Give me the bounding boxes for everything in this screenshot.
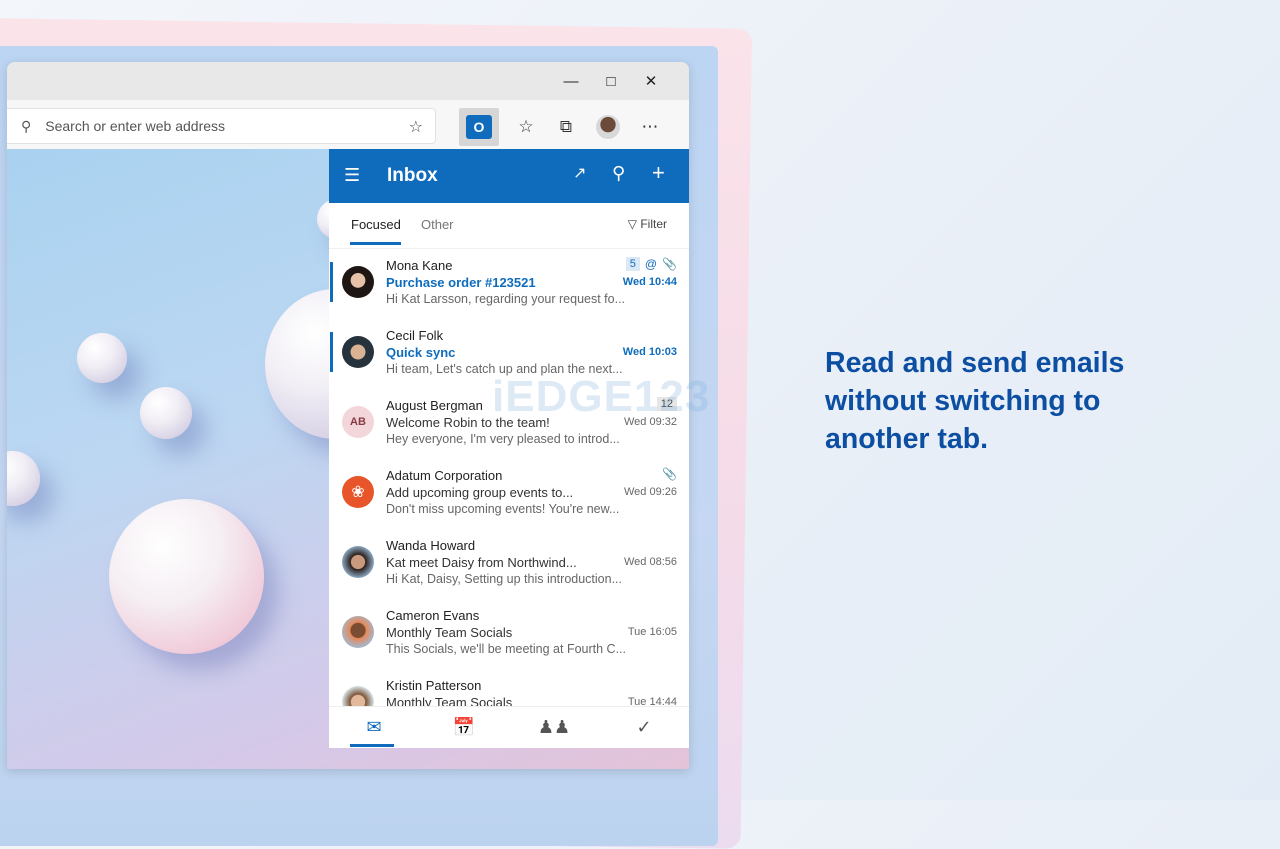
todo-icon[interactable]: ✓ <box>599 707 689 748</box>
sender: Kristin Patterson <box>386 678 482 693</box>
address-bar[interactable]: ⚲ Search or enter web address ☆ <box>7 108 436 144</box>
filter-icon: ▽ <box>627 217 637 231</box>
unread-indicator <box>330 332 333 372</box>
email-item[interactable]: Cameron Evans Monthly Team Socials This … <box>329 602 689 672</box>
filter-button[interactable]: ▽ Filter <box>628 217 667 231</box>
outlook-pane: ☰ Inbox ↗ ⚲ + Focused Other ▽ Filter Mon… <box>329 149 689 748</box>
mention-icon: @ <box>644 257 658 271</box>
avatar <box>596 115 620 139</box>
subject: Purchase order #123521 <box>386 275 536 290</box>
close-icon[interactable]: ✕ <box>631 62 671 100</box>
bottom-nav: ✉ 📅 ♟♟ ✓ <box>329 706 689 748</box>
email-item[interactable]: ❀ Adatum Corporation Add upcoming group … <box>329 462 689 532</box>
sphere <box>77 333 127 383</box>
preview: Don't miss upcoming events! You're new..… <box>386 502 620 516</box>
sender: August Bergman <box>386 398 483 413</box>
tab-focused[interactable]: Focused <box>351 217 401 232</box>
subject: Monthly Team Socials <box>386 625 513 640</box>
open-in-new-window-icon[interactable]: ↗ <box>573 163 586 183</box>
people-icon[interactable]: ♟♟ <box>509 707 599 748</box>
minimize-icon[interactable]: — <box>551 62 591 100</box>
sender: Cameron Evans <box>386 608 480 623</box>
maximize-icon[interactable]: □ <box>591 62 631 100</box>
browser-toolbar: ⚲ Search or enter web address ☆ O ☆ ⧉ ⋯ <box>7 100 689 149</box>
title-bar: — □ ✕ <box>7 62 689 100</box>
preview: Hi Kat Larsson, regarding your request f… <box>386 292 626 306</box>
tagline: Read and send emails without switching t… <box>825 347 1125 455</box>
email-item[interactable]: Mona Kane Purchase order #123521 Hi Kat … <box>329 252 689 322</box>
collections-icon[interactable]: ⧉ <box>546 108 586 146</box>
tab-other[interactable]: Other <box>421 217 454 232</box>
sphere <box>140 387 192 439</box>
timestamp: Wed 08:56 <box>623 556 677 568</box>
avatar <box>342 546 374 578</box>
preview: Hi team, Let's catch up and plan the nex… <box>386 362 623 376</box>
timestamp: Wed 10:44 <box>622 276 677 288</box>
inbox-tabs: Focused Other ▽ Filter <box>329 203 689 249</box>
timestamp: Wed 09:32 <box>623 416 677 428</box>
preview: Hey everyone, I'm very pleased to introd… <box>386 432 620 446</box>
profile-button[interactable] <box>588 108 628 146</box>
timestamp: Tue 16:05 <box>627 626 677 638</box>
adatum-logo: ❀ <box>342 476 374 508</box>
avatar <box>342 336 374 368</box>
email-list: Mona Kane Purchase order #123521 Hi Kat … <box>329 249 689 742</box>
active-tab-indicator <box>350 242 401 245</box>
search-icon: ⚲ <box>21 117 32 134</box>
subject: Kat meet Daisy from Northwind... <box>386 555 577 570</box>
email-item[interactable]: Cecil Folk Quick sync Hi team, Let's cat… <box>329 322 689 392</box>
sender: Cecil Folk <box>386 328 444 343</box>
outlook-extension-button[interactable]: O <box>459 108 499 146</box>
favorites-icon[interactable]: ☆ <box>506 108 546 146</box>
inbox-header: ☰ Inbox ↗ ⚲ + <box>329 149 689 203</box>
attachment-icon: 📎 <box>662 467 677 481</box>
page-title: Inbox <box>387 165 438 186</box>
avatar <box>342 616 374 648</box>
subject: Add upcoming group events to... <box>386 485 574 500</box>
email-item[interactable]: Wanda Howard Kat meet Daisy from Northwi… <box>329 532 689 602</box>
add-favorite-icon[interactable]: ☆ <box>409 117 423 137</box>
subject: Welcome Robin to the team! <box>386 415 550 430</box>
outlook-icon: O <box>466 115 492 139</box>
filter-label: Filter <box>640 217 667 231</box>
hamburger-menu-icon[interactable]: ☰ <box>344 165 360 186</box>
timestamp: Wed 09:26 <box>623 486 677 498</box>
address-placeholder: Search or enter web address <box>45 118 226 134</box>
calendar-icon[interactable]: 📅 <box>419 707 509 748</box>
search-icon[interactable]: ⚲ <box>612 163 625 184</box>
sender: Mona Kane <box>386 258 453 273</box>
count-badge: 12 <box>656 397 677 411</box>
avatar <box>342 266 374 298</box>
sphere <box>7 451 40 506</box>
subject: Quick sync <box>386 345 456 360</box>
sphere <box>109 499 264 654</box>
sender: Wanda Howard <box>386 538 476 553</box>
avatar: AB <box>342 406 374 438</box>
sender: Adatum Corporation <box>386 468 503 483</box>
unread-indicator <box>330 262 333 302</box>
new-mail-icon[interactable]: + <box>652 160 665 186</box>
email-item[interactable]: AB August Bergman Welcome Robin to the t… <box>329 392 689 462</box>
count-badge: 5 <box>625 257 640 271</box>
attachment-icon: 📎 <box>662 257 677 271</box>
preview: Hi Kat, Daisy, Setting up this introduct… <box>386 572 622 586</box>
timestamp: Wed 10:03 <box>622 346 677 358</box>
mail-icon[interactable]: ✉ <box>329 707 419 748</box>
more-icon[interactable]: ⋯ <box>630 108 670 146</box>
preview: This Socials, we'll be meeting at Fourth… <box>386 642 626 656</box>
